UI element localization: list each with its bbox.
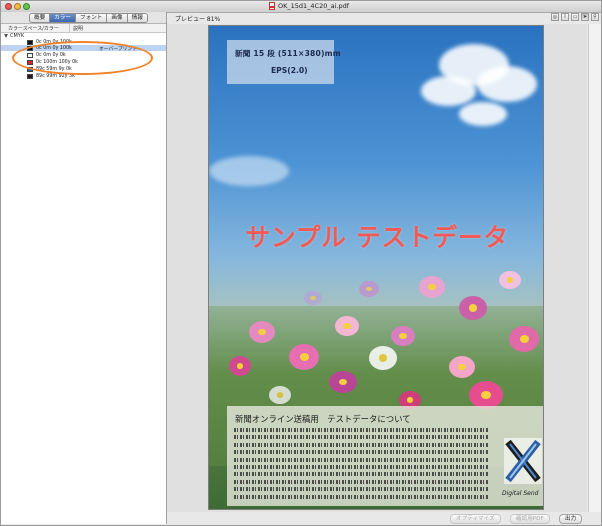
spec-info-box: 新聞 15 段 (511×380)mm EPS(2.0): [227, 40, 341, 84]
flower-shape: [391, 326, 415, 346]
pdf-file-icon: [269, 2, 275, 10]
cloud-shape: [421, 76, 476, 106]
flower-shape: [419, 276, 445, 298]
column-divider[interactable]: [69, 24, 70, 32]
magnifier-icon[interactable]: ⚲: [591, 13, 599, 21]
color-swatch: [27, 39, 33, 45]
dummy-text-line: [234, 487, 489, 492]
flower-shape: [499, 271, 521, 289]
dummy-text-line: [234, 479, 489, 484]
text-cursor-icon[interactable]: I: [561, 13, 569, 21]
tab-fonts[interactable]: フォント: [75, 13, 107, 23]
digital-send-logo: Digital Send: [498, 434, 543, 499]
flower-shape: [289, 344, 319, 370]
flower-shape: [459, 296, 487, 320]
dummy-text-line: [234, 472, 489, 477]
dummy-text-line: [234, 450, 489, 455]
cloud-shape: [459, 102, 507, 126]
color-swatch: [27, 73, 33, 79]
tab-color[interactable]: カラー: [49, 13, 75, 23]
dummy-text-block: [234, 428, 489, 502]
column-header-colorspace[interactable]: カラースペース/カラー: [8, 25, 59, 32]
column-header-description[interactable]: 説明: [73, 25, 83, 32]
proof-pdf-button[interactable]: 確認用PDF: [510, 514, 550, 524]
pointer-icon[interactable]: ➤: [581, 13, 589, 21]
flower-shape: [269, 386, 291, 404]
window-title-group: OK_15d1_4C20_ai.pdf: [269, 2, 349, 10]
logo-x-icon: [504, 438, 542, 484]
info-text-panel: 新聞オンライン送稿用 テストデータについて Digital Send: [227, 406, 543, 506]
document-page: 新聞 15 段 (511×380)mm EPS(2.0) サンプル テストデータ…: [208, 25, 544, 510]
bottom-button-bar: オプティマイズ 確認用PDF 出力: [167, 512, 601, 524]
zoom-icon[interactable]: ◎: [551, 13, 559, 21]
logo-caption: Digital Send: [502, 490, 539, 497]
cloud-shape: [477, 66, 537, 102]
flower-shape: [369, 346, 397, 370]
flower-shape: [335, 316, 359, 336]
window-title: OK_15d1_4C20_ai.pdf: [278, 2, 350, 10]
flower-shape: [359, 281, 379, 297]
flower-shape: [469, 381, 503, 409]
color-list-header: カラースペース/カラー 説明: [1, 24, 166, 33]
dummy-text-line: [234, 442, 489, 447]
spec-format-text: EPS(2.0): [271, 66, 308, 75]
zoom-window-button[interactable]: [23, 3, 30, 10]
tab-images[interactable]: 画像: [106, 13, 127, 23]
cloud-shape: [209, 156, 289, 186]
optimize-button[interactable]: オプティマイズ: [450, 514, 501, 524]
flower-shape: [249, 321, 275, 343]
preview-canvas[interactable]: 新聞 15 段 (511×380)mm EPS(2.0) サンプル テストデータ…: [167, 24, 587, 512]
minimize-window-button[interactable]: [14, 3, 21, 10]
flower-shape: [449, 356, 475, 378]
disclosure-triangle-icon[interactable]: [4, 34, 8, 38]
dummy-text-line: [234, 428, 489, 432]
close-window-button[interactable]: [5, 3, 12, 10]
dummy-text-line: [234, 435, 489, 440]
tab-info[interactable]: 情報: [126, 13, 148, 23]
preview-toolbar: プレビュー 81% ◎ I ▭ ➤ ⚲: [167, 12, 601, 24]
sidebar-tabs: 概要 カラー フォント 画像 情報: [29, 13, 148, 23]
sidebar: 概要 カラー フォント 画像 情報 カラースペース/カラー 説明 CMYK 0c…: [1, 12, 167, 524]
flower-shape: [329, 371, 357, 393]
annotation-highlight-oval: [12, 41, 153, 75]
copy-icon[interactable]: ▭: [571, 13, 579, 21]
panel-title: 新聞オンライン送稿用 テストデータについて: [235, 414, 411, 424]
dummy-text-line: [234, 457, 489, 462]
tab-overview[interactable]: 概要: [29, 13, 50, 23]
vertical-scrollbar[interactable]: [588, 24, 601, 512]
sample-heading: サンプル テストデータ: [245, 223, 509, 252]
flower-shape: [509, 326, 539, 352]
dummy-text-line: [234, 494, 489, 499]
dummy-text-line: [234, 464, 489, 469]
spec-size-text: 新聞 15 段 (511×380)mm: [235, 49, 341, 58]
output-button[interactable]: 出力: [559, 514, 583, 524]
preview-zoom-label: プレビュー 81%: [175, 16, 221, 23]
preview-tool-buttons: ◎ I ▭ ➤ ⚲: [551, 13, 599, 21]
flower-shape: [229, 356, 251, 376]
flower-shape: [304, 291, 322, 305]
sidebar-tab-bar: 概要 カラー フォント 画像 情報: [1, 12, 166, 24]
